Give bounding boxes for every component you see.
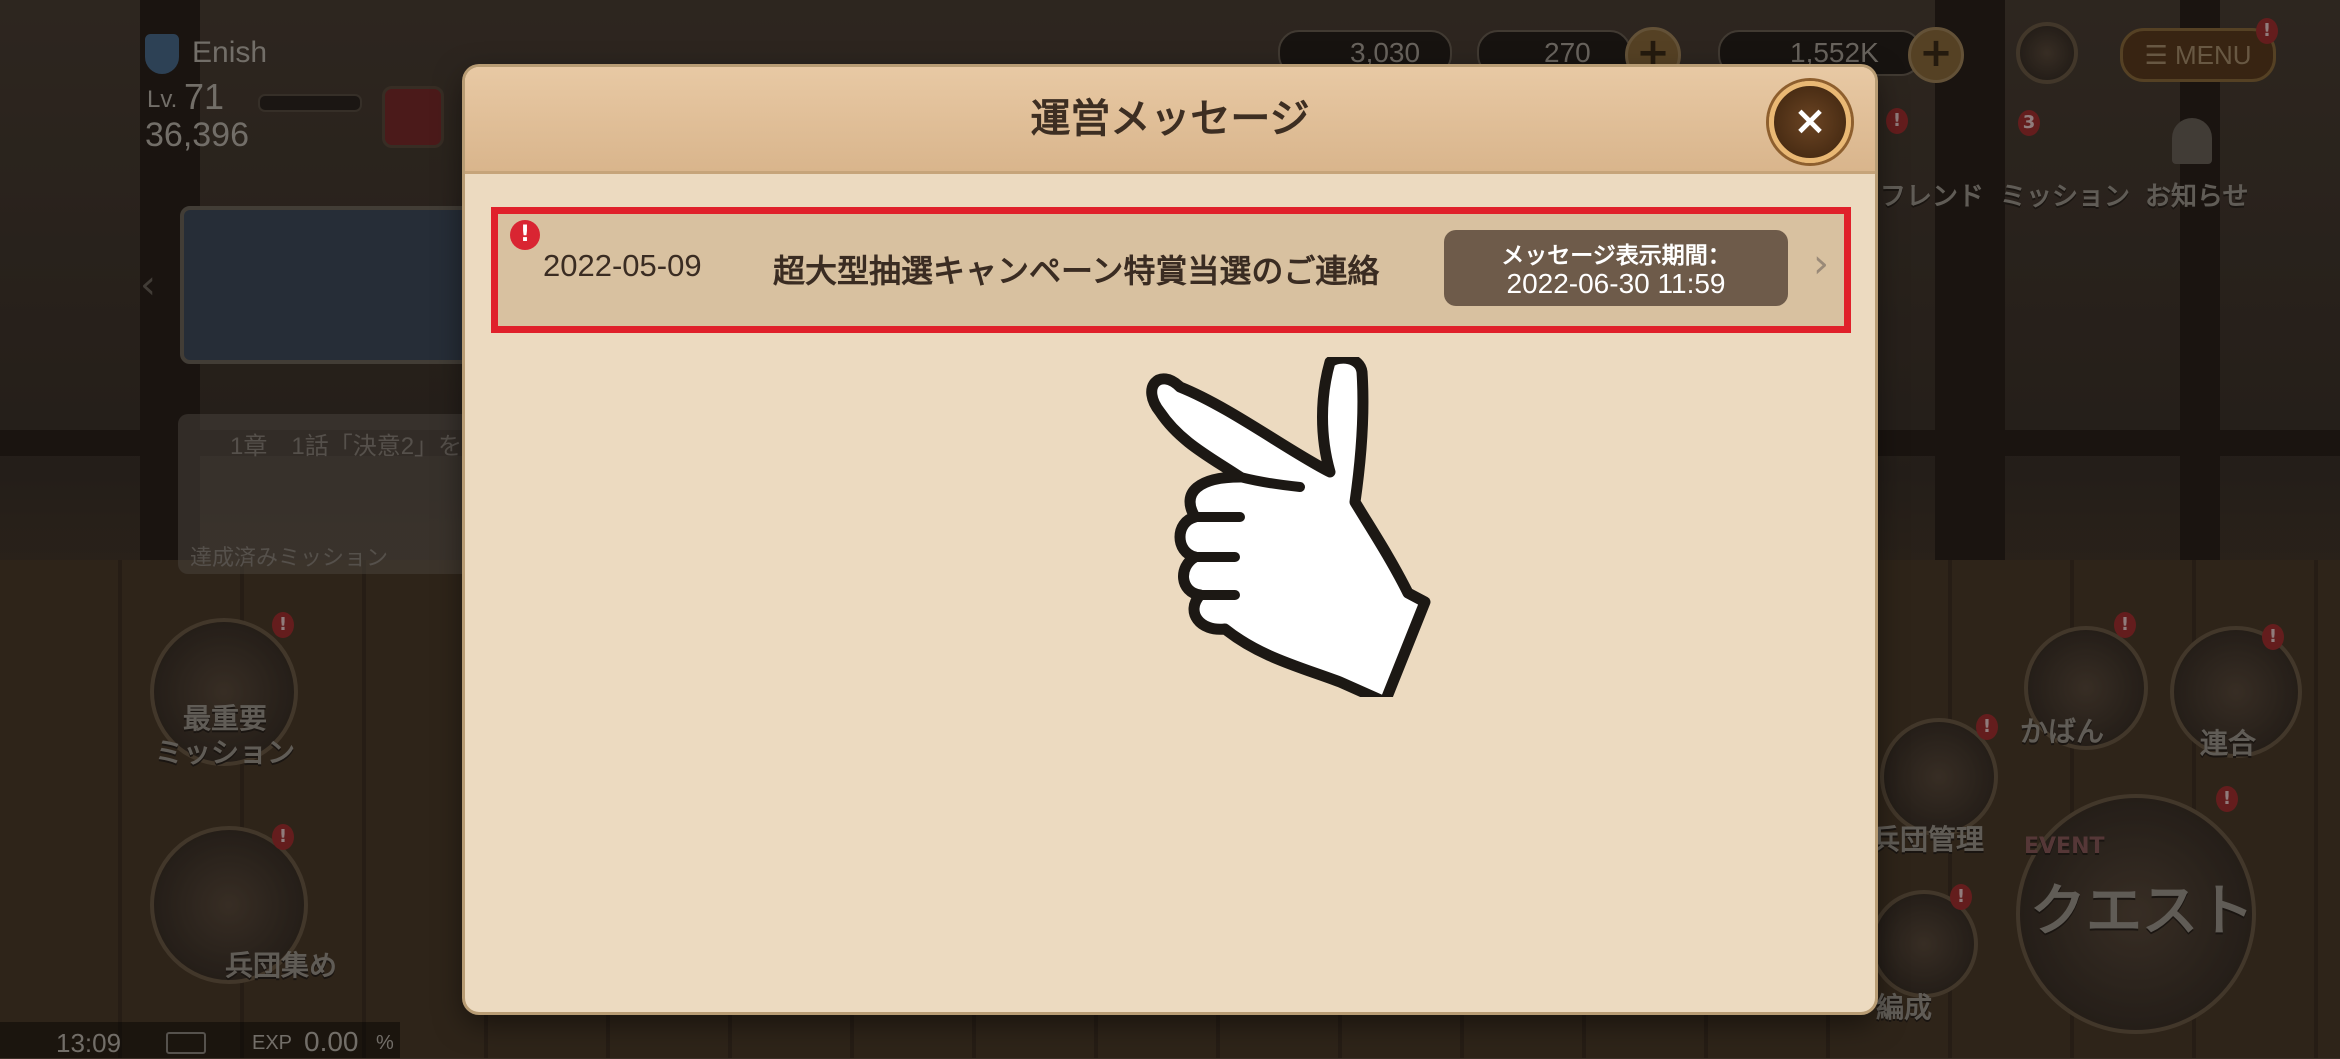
message-date: 2022-05-09 xyxy=(543,248,702,283)
message-list-item[interactable]: ! 2022-05-09 超大型抽選キャンペーン特賞当選のご連絡 メッセージ表示… xyxy=(491,207,1851,333)
message-title: 超大型抽選キャンペーン特賞当選のご連絡 xyxy=(773,252,1380,290)
operation-message-dialog: 運営メッセージ × ! 2022-05-09 超大型抽選キャンペーン特賞当選のご… xyxy=(465,67,1875,1012)
alert-icon: ! xyxy=(510,220,540,250)
dialog-header: 運営メッセージ × xyxy=(465,67,1875,174)
close-icon[interactable]: × xyxy=(1769,81,1851,163)
display-period-label: メッセージ表示期間： xyxy=(1501,243,1731,269)
chevron-right-icon: › xyxy=(1813,241,1829,287)
dialog-title: 運営メッセージ xyxy=(1030,96,1310,142)
display-period-value: 2022-06-30 11:59 xyxy=(1506,268,1726,299)
pointing-hand-icon xyxy=(1146,357,1431,697)
display-period-badge: メッセージ表示期間： 2022-06-30 11:59 xyxy=(1444,230,1788,306)
